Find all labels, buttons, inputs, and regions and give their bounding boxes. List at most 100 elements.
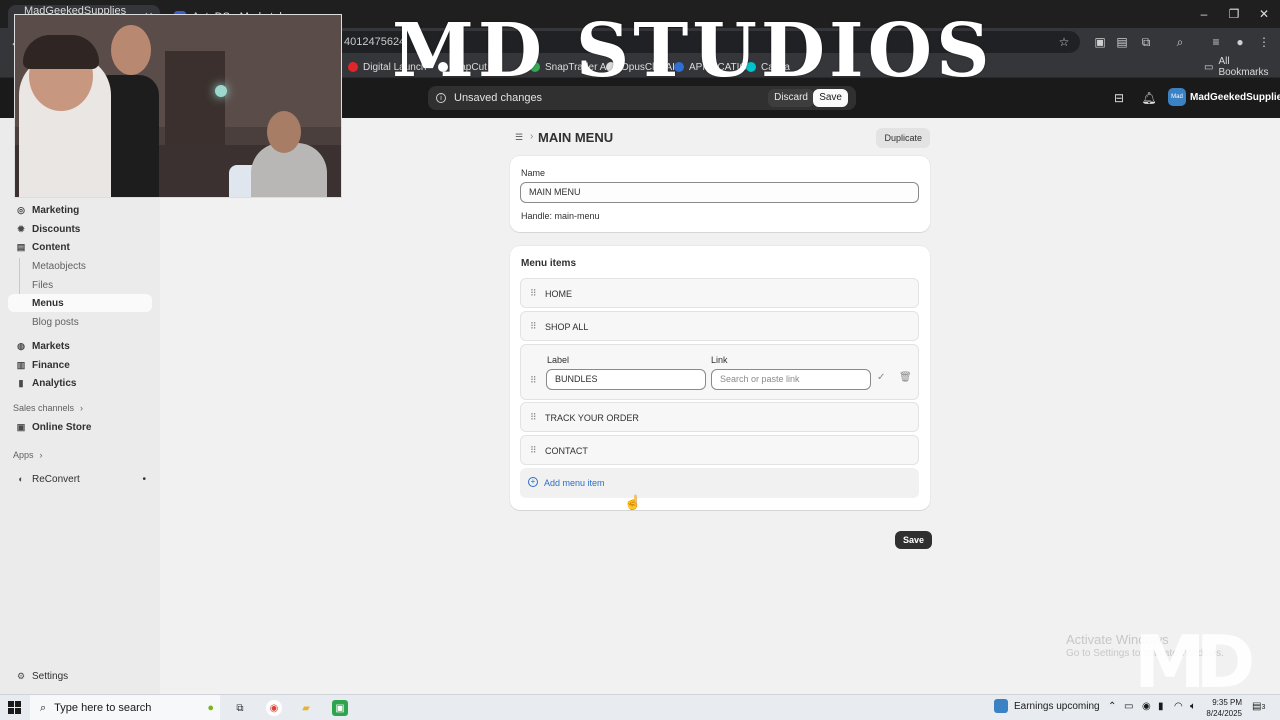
apps-header[interactable]: Apps ›: [8, 446, 152, 464]
check-icon[interactable]: ✓: [877, 372, 885, 383]
handle-text: Handle: main-menu: [521, 211, 600, 221]
app-icon[interactable]: ▣: [332, 700, 348, 716]
notification-icon[interactable]: ▤3: [1252, 701, 1265, 712]
sidebar-item-analytics[interactable]: ▮ Analytics: [8, 374, 152, 392]
drag-handle-icon[interactable]: ⠿: [530, 445, 537, 456]
bookmark-icon: [348, 62, 358, 72]
chevron-right-icon: ›: [80, 403, 84, 413]
puzzle-icon[interactable]: ⧉: [1138, 34, 1154, 50]
sidebar-item-discounts[interactable]: ✹ Discounts: [8, 220, 152, 238]
minimize-icon[interactable]: –: [1188, 0, 1220, 28]
target-icon: ◎: [17, 204, 25, 215]
sidebar-item-online-store[interactable]: ▣ Online Store: [8, 418, 152, 436]
menu-icon[interactable]: ☰: [514, 132, 524, 142]
channel-watermark: MD STUDIOS: [392, 8, 994, 94]
sidebar-item-settings[interactable]: ⚙ Settings: [8, 667, 152, 685]
menu-item-row[interactable]: ⠿ HOME: [520, 278, 919, 308]
sidebar-item-label: Metaobjects: [32, 260, 86, 272]
menu-item-editor: ⠿ Label Link BUNDLES Search or paste lin…: [520, 344, 919, 400]
content-icon: ▤: [16, 241, 26, 252]
sidebar-item-marketing[interactable]: ◎ Marketing: [8, 201, 152, 219]
star-icon[interactable]: ☆: [1056, 34, 1072, 50]
sidebar-item-label: Finance: [32, 359, 70, 371]
extension-icon[interactable]: ▣: [1092, 34, 1108, 50]
section-label: Apps: [13, 450, 34, 460]
menu-item-row[interactable]: ⠿ CONTACT: [520, 435, 919, 465]
sidebar-item-label: Content: [32, 241, 70, 253]
sidebar-item-label: Discounts: [32, 223, 81, 235]
all-bookmarks[interactable]: ▭ All Bookmarks: [1204, 56, 1280, 78]
media-icon[interactable]: ≡: [1208, 34, 1224, 50]
sidebar-item-label: Marketing: [32, 204, 80, 216]
menu-item-label: CONTACT: [545, 446, 588, 456]
drag-handle-icon[interactable]: ⠿: [530, 412, 537, 423]
sidebar-item-metaobjects[interactable]: Metaobjects: [8, 257, 152, 275]
sidebar-item-menus[interactable]: Menus: [8, 294, 152, 312]
task-view-icon[interactable]: ⧉: [232, 700, 248, 716]
store-switcher[interactable]: Mad MadGeekedSupplies: [1168, 88, 1280, 106]
file-explorer-icon[interactable]: ▰: [298, 700, 314, 716]
store-icon: ▣: [16, 421, 26, 432]
wifi-icon[interactable]: ◠: [1174, 701, 1183, 712]
webcam-person: [111, 25, 151, 75]
add-menu-item-button[interactable]: + Add menu item: [520, 468, 919, 498]
bell-icon[interactable]: 🔔︎: [1141, 91, 1156, 105]
folder-icon: ▭: [1204, 61, 1214, 73]
webcam-person: [267, 111, 301, 153]
section-label: Sales channels: [13, 403, 75, 413]
webcam-overlay: [14, 14, 342, 198]
taskbar-search[interactable]: ⌕ Type here to search ●: [30, 695, 220, 720]
sidebar-item-label: Online Store: [32, 421, 92, 433]
sidebar-item-files[interactable]: Files: [8, 276, 152, 294]
sales-channels-header[interactable]: Sales channels ›: [8, 399, 152, 417]
news-label: Earnings upcoming: [1014, 700, 1100, 712]
profile-icon[interactable]: ●: [1232, 34, 1248, 50]
news-widget[interactable]: Earnings upcoming: [994, 699, 1100, 713]
taskbar-clock[interactable]: 9:35 PM 8/24/2025: [1200, 697, 1242, 719]
breadcrumb-separator-icon: ›: [530, 131, 534, 142]
chrome-icon[interactable]: ◉: [266, 700, 282, 716]
menu-item-label: HOME: [545, 289, 572, 299]
inbox-icon[interactable]: ⊟: [1112, 91, 1126, 105]
close-window-icon[interactable]: ✕: [1248, 0, 1280, 28]
reconvert-icon: ◐: [18, 474, 24, 484]
chevron-up-icon[interactable]: ⌃: [1108, 701, 1116, 712]
menu-item-link-input[interactable]: Search or paste link: [711, 369, 871, 390]
sidebar-item-blog-posts[interactable]: Blog posts: [8, 313, 152, 331]
extension-icon[interactable]: ▤: [1114, 34, 1130, 50]
chrome-tray-icon[interactable]: ◉: [1142, 701, 1151, 712]
sidebar-item-reconvert[interactable]: ◐ ReConvert •: [8, 470, 152, 488]
network-icon[interactable]: ▭: [1124, 701, 1133, 712]
lens-icon[interactable]: ⌕: [1172, 34, 1188, 50]
menu-item-row[interactable]: ⠿ TRACK YOUR ORDER: [520, 402, 919, 432]
save-button[interactable]: Save: [895, 531, 933, 549]
trash-icon[interactable]: 🗑︎: [899, 372, 912, 383]
sidebar-item-markets[interactable]: ◍ Markets: [8, 337, 152, 355]
kebab-menu-icon[interactable]: ⋮: [1256, 34, 1272, 50]
drag-handle-icon[interactable]: ⠿: [530, 288, 537, 299]
microphone-icon[interactable]: ▮: [1158, 701, 1164, 712]
drag-handle-icon[interactable]: ⠿: [530, 321, 537, 332]
windows-start-icon[interactable]: [8, 701, 22, 715]
menu-item-row[interactable]: ⠿ SHOP ALL: [520, 311, 919, 341]
label-caption: Label: [547, 355, 570, 365]
webcam-background: [215, 85, 227, 97]
plus-circle-icon: +: [528, 477, 538, 487]
channel-logo-watermark: MD: [1134, 620, 1255, 704]
name-input[interactable]: MAIN MENU: [520, 182, 919, 203]
discount-icon: ✹: [17, 223, 25, 234]
sidebar-item-finance[interactable]: ▥ Finance: [8, 356, 152, 374]
menu-item-label-input[interactable]: BUNDLES: [546, 369, 706, 390]
restore-icon[interactable]: ❐: [1218, 0, 1250, 28]
tennis-icon: ●: [207, 702, 214, 714]
webcam-background: [165, 51, 225, 151]
add-menu-item-label: Add menu item: [544, 478, 605, 488]
chart-icon: ▮: [18, 377, 24, 388]
duplicate-button[interactable]: Duplicate: [876, 128, 930, 148]
volume-icon[interactable]: 🔈︎: [1190, 701, 1196, 712]
sidebar: ◎ Marketing ✹ Discounts ▤ Content Metaobjec…: [0, 118, 160, 694]
clock-time: 9:35 PM: [1212, 698, 1242, 707]
drag-handle-icon[interactable]: ⠿: [530, 375, 537, 386]
sidebar-item-content[interactable]: ▤ Content: [8, 238, 152, 256]
status-dot-icon: •: [142, 473, 146, 485]
